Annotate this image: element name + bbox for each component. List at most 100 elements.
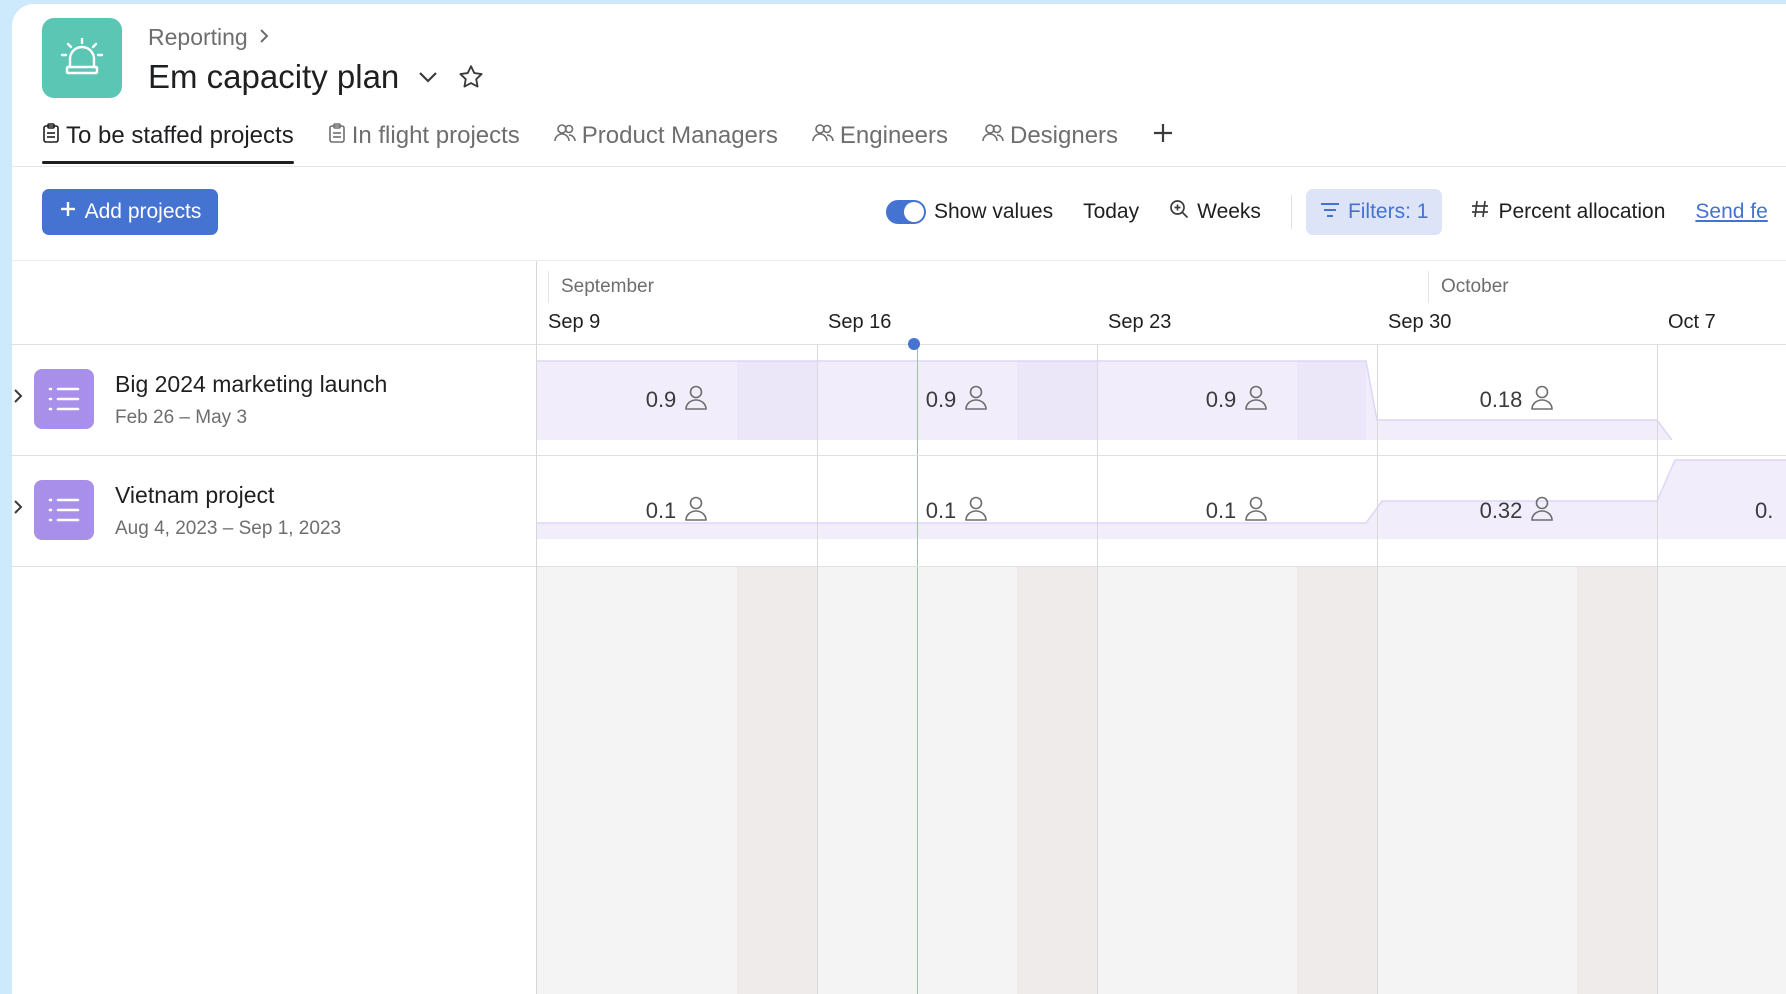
allocation-value: 0.1 — [1205, 498, 1237, 523]
allocation-cell[interactable]: 0.9 — [1097, 345, 1377, 455]
allocation-cell[interactable]: 0.1 — [817, 456, 1097, 566]
toggle-switch[interactable] — [886, 200, 926, 224]
list-icon — [34, 369, 94, 429]
allocation-cell[interactable]: 0.9 — [537, 345, 817, 455]
week-gridline — [1657, 345, 1658, 994]
star-icon[interactable] — [457, 63, 485, 91]
row-divider — [537, 566, 1786, 567]
weekend-shade — [1577, 567, 1657, 994]
plus-icon — [59, 200, 77, 224]
people-icon — [812, 122, 834, 150]
people-icon — [982, 122, 1004, 150]
add-projects-button[interactable]: Add projects — [42, 189, 218, 235]
weekend-shade — [1017, 567, 1097, 994]
toolbar-separator — [1290, 195, 1292, 229]
week-label: Oct 7 — [1668, 311, 1716, 333]
zoom-weeks-button[interactable]: Weeks — [1169, 199, 1261, 225]
filter-icon — [1320, 200, 1340, 224]
weekend-shade — [1297, 567, 1377, 994]
alarm-icon[interactable] — [42, 18, 122, 98]
allocation-value: 0. — [1755, 498, 1774, 523]
tab-label: In flight projects — [351, 122, 520, 149]
add-projects-label: Add projects — [84, 200, 202, 223]
person-icon — [964, 384, 988, 416]
project-row[interactable]: Vietnam project Aug 4, 2023 – Sep 1, 202… — [12, 456, 536, 566]
tab-label: Engineers — [839, 122, 948, 149]
tab-designers[interactable]: Designers — [982, 116, 1118, 164]
project-dates: Aug 4, 2023 – Sep 1, 2023 — [115, 518, 342, 539]
allocation-value: 0.1 — [645, 498, 677, 523]
chevron-right-icon[interactable] — [12, 385, 26, 409]
clipboard-icon — [42, 122, 60, 150]
person-icon — [684, 384, 708, 416]
clipboard-icon — [328, 122, 346, 150]
week-label-text: Sep 9 — [548, 311, 601, 333]
week-label: Sep 9 — [548, 311, 624, 334]
allocation-value: 0.32 — [1479, 498, 1523, 523]
zoom-label: Weeks — [1197, 200, 1261, 223]
tab-engineers[interactable]: Engineers — [812, 116, 948, 164]
project-row[interactable]: Big 2024 marketing launch Feb 26 – May 3 — [12, 345, 536, 455]
person-icon — [1530, 384, 1554, 416]
percent-allocation-button[interactable]: Percent allocation — [1470, 199, 1665, 225]
breadcrumb[interactable]: Reporting — [148, 24, 270, 51]
tab-to-be-staffed-projects[interactable]: To be staffed projects — [42, 116, 294, 164]
allocation-cell[interactable]: 0.1 — [537, 456, 817, 566]
filters-label: Filters: 1 — [1347, 200, 1429, 223]
filters-button[interactable]: Filters: 1 — [1305, 189, 1443, 235]
allocation-cell[interactable]: 0.18 — [1377, 345, 1657, 455]
person-icon — [1244, 495, 1268, 527]
today-label: Today — [1083, 200, 1140, 223]
timeline-header: September October Sep 9 Sep 16 Sep 23 Se… — [548, 261, 1786, 345]
allocation-cell[interactable]: 0.1 — [1097, 456, 1377, 566]
plus-icon — [1152, 122, 1174, 151]
project-name[interactable]: Big 2024 marketing launch — [115, 371, 387, 398]
tab-label: Product Managers — [581, 122, 778, 149]
project-dates: Feb 26 – May 3 — [115, 407, 248, 428]
allocation-cell[interactable]: 0. — [1755, 456, 1786, 566]
show-values-toggle[interactable]: Show values — [886, 200, 1053, 224]
chevron-right-icon[interactable] — [12, 496, 26, 520]
month-label: October — [1428, 271, 1509, 303]
hash-icon — [1470, 199, 1490, 225]
week-label: Sep 23 — [1108, 311, 1172, 333]
allocation-value: 0.18 — [1479, 387, 1523, 412]
allocation-value: 0.1 — [925, 498, 957, 523]
breadcrumb-reporting[interactable]: Reporting — [148, 24, 248, 51]
person-icon — [1244, 384, 1268, 416]
weekend-shade — [737, 567, 817, 994]
toolbar: Show values Today Weeks Filters: 1 Perce… — [886, 189, 1768, 235]
tab-product-managers[interactable]: Product Managers — [553, 116, 778, 164]
allocation-cell[interactable]: 0.9 — [817, 345, 1097, 455]
header-divider — [12, 166, 1786, 167]
allocation-cell[interactable]: 0.32 — [1377, 456, 1657, 566]
tab-in-flight-projects[interactable]: In flight projects — [328, 116, 520, 164]
person-icon — [1530, 495, 1554, 527]
tab-label: Designers — [1009, 122, 1119, 149]
zoom-icon — [1169, 199, 1189, 225]
project-name[interactable]: Vietnam project — [115, 482, 274, 509]
timeline-grid[interactable]: 0.9 0.9 0.9 0.18 0.1 0.1 0.1 0.32 0. — [537, 345, 1786, 994]
week-label: Sep 16 — [828, 311, 892, 333]
today-button[interactable]: Today — [1083, 200, 1139, 224]
week-label: Sep 30 — [1388, 311, 1452, 333]
list-icon — [34, 480, 94, 540]
chevron-right-icon — [258, 24, 270, 51]
page-title: Em capacity plan — [148, 58, 400, 95]
allocation-value: 0.9 — [1205, 387, 1237, 412]
app-window: Reporting Em capacity plan To be staffed… — [12, 4, 1786, 994]
people-icon — [553, 122, 576, 150]
today-marker-dot — [908, 338, 920, 350]
show-values-label: Show values — [934, 200, 1054, 223]
send-feedback-link[interactable]: Send fe — [1695, 200, 1767, 224]
tab-bar: To be staffed projects In flight project… — [42, 116, 1208, 166]
allocation-label: Percent allocation — [1498, 200, 1666, 223]
person-icon — [684, 495, 708, 527]
add-tab-button[interactable] — [1152, 116, 1174, 165]
allocation-value: 0.9 — [925, 387, 957, 412]
month-label: September — [548, 271, 654, 303]
chevron-down-icon[interactable] — [417, 70, 439, 84]
row-divider — [12, 566, 536, 567]
person-icon — [964, 495, 988, 527]
tab-label: To be staffed projects — [66, 122, 294, 149]
